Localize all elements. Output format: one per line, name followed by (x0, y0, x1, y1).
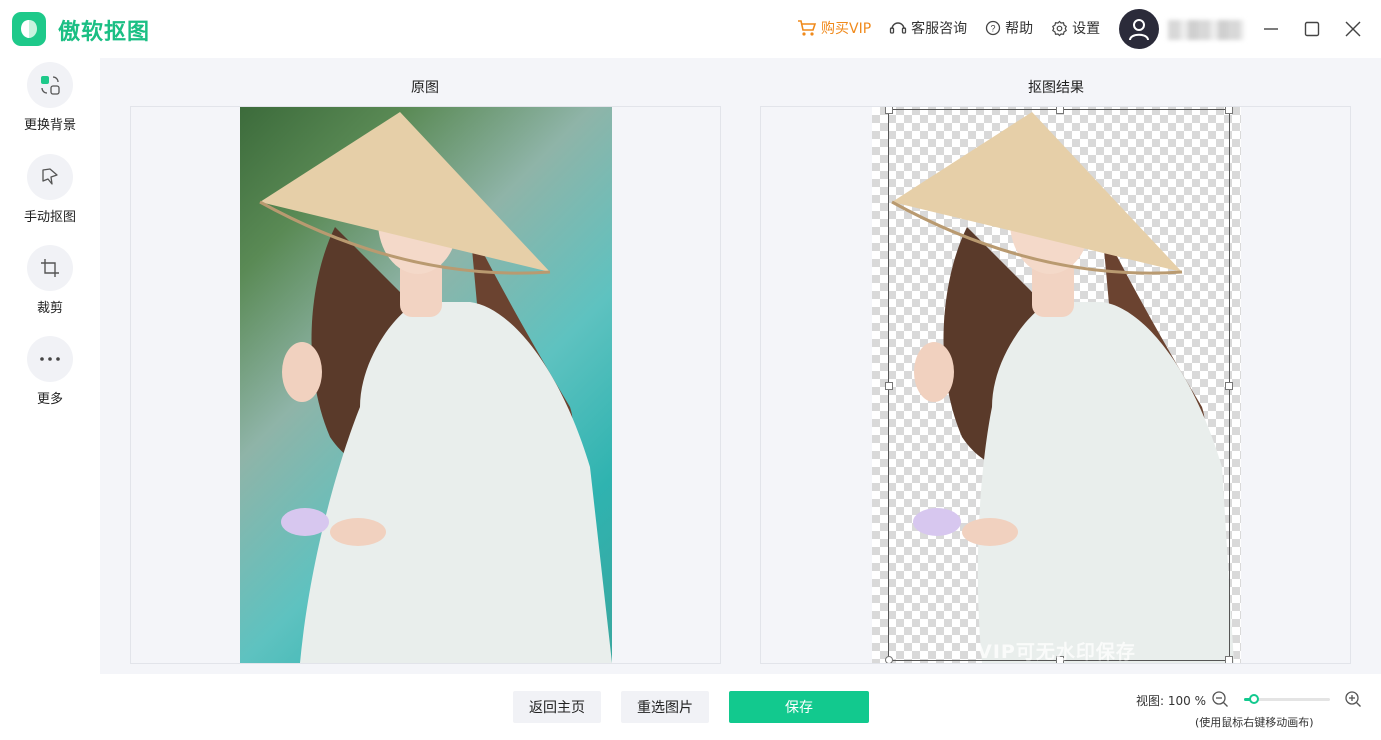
resize-handle[interactable] (885, 107, 893, 114)
app-title: 傲软抠图 (58, 20, 151, 45)
settings-button[interactable]: 设置 (1051, 18, 1100, 38)
gear-icon (1052, 20, 1068, 36)
close-icon (1345, 21, 1361, 37)
result-photo-transparent: VIP可无水印保存 (872, 107, 1241, 663)
settings-label: 设置 (1072, 21, 1101, 37)
maximize-icon (1304, 21, 1320, 37)
zoom-slider[interactable] (1244, 694, 1330, 704)
cart-icon (798, 20, 817, 36)
change-background-icon (27, 62, 73, 108)
close-button[interactable] (1341, 17, 1365, 41)
reselect-image-button[interactable]: 重选图片 (621, 691, 709, 723)
resize-handle[interactable] (1225, 107, 1233, 114)
svg-text:?: ? (991, 24, 996, 34)
sidebar-item-label: 手动抠图 (23, 210, 76, 225)
result-title: 抠图结果 (1028, 80, 1084, 96)
sidebar-item-change-background[interactable]: 更换背景 (0, 62, 100, 133)
zoom-label: 视图: 100 % (1136, 694, 1206, 708)
sidebar: 更换背景 手动抠图 裁剪 更多 (0, 58, 100, 740)
username-blurred (1168, 20, 1244, 40)
sidebar-item-crop[interactable]: 裁剪 (0, 245, 100, 316)
more-icon (27, 336, 73, 382)
back-home-button[interactable]: 返回主页 (513, 691, 601, 723)
crop-icon (27, 245, 73, 291)
minimize-button[interactable] (1259, 17, 1283, 41)
maximize-button[interactable] (1300, 17, 1324, 41)
sidebar-item-label: 更换背景 (23, 118, 76, 133)
original-title: 原图 (411, 80, 439, 96)
original-image-panel (130, 106, 721, 664)
zoom-slider-knob[interactable] (1249, 694, 1259, 704)
minimize-icon (1264, 28, 1278, 30)
avatar[interactable] (1119, 9, 1159, 49)
original-photo (240, 107, 612, 663)
sidebar-item-more[interactable]: 更多 (0, 336, 100, 407)
manual-cutout-icon (27, 154, 73, 200)
headset-icon (890, 22, 907, 34)
resize-handle[interactable] (885, 382, 893, 390)
sidebar-item-manual-cutout[interactable]: 手动抠图 (0, 154, 100, 225)
save-button[interactable]: 保存 (729, 691, 869, 723)
app-logo-icon (12, 12, 46, 46)
top-actions: 购买VIP 客服咨询 ? 帮助 设置 (797, 18, 1118, 38)
watermark-text: VIP可无水印保存 (977, 641, 1136, 663)
support-label: 客服咨询 (911, 21, 968, 37)
workspace: 原图 抠图结果 VIP可无水印保存 (100, 58, 1381, 674)
zoom-in-icon[interactable] (1344, 690, 1362, 708)
zoom-hint: (使用鼠标右键移动画布) (1195, 716, 1314, 729)
help-icon: ? (986, 20, 1001, 36)
selection-box[interactable] (885, 107, 1233, 663)
buy-vip-label: 购买VIP (821, 21, 872, 37)
sidebar-item-label: 更多 (36, 392, 63, 407)
resize-handle[interactable] (1056, 107, 1064, 114)
help-button[interactable]: ? 帮助 (985, 18, 1033, 38)
buy-vip-button[interactable]: 购买VIP (797, 18, 871, 38)
result-image-panel: VIP可无水印保存 (760, 106, 1351, 664)
zoom-out-icon[interactable] (1211, 690, 1229, 708)
sidebar-item-label: 裁剪 (36, 301, 63, 316)
support-button[interactable]: 客服咨询 (889, 18, 967, 38)
resize-handle[interactable] (1225, 382, 1233, 390)
help-label: 帮助 (1005, 21, 1034, 37)
title-bar: 傲软抠图 购买VIP 客服咨询 ? 帮助 设置 (0, 0, 1381, 58)
user-icon (1129, 19, 1149, 41)
